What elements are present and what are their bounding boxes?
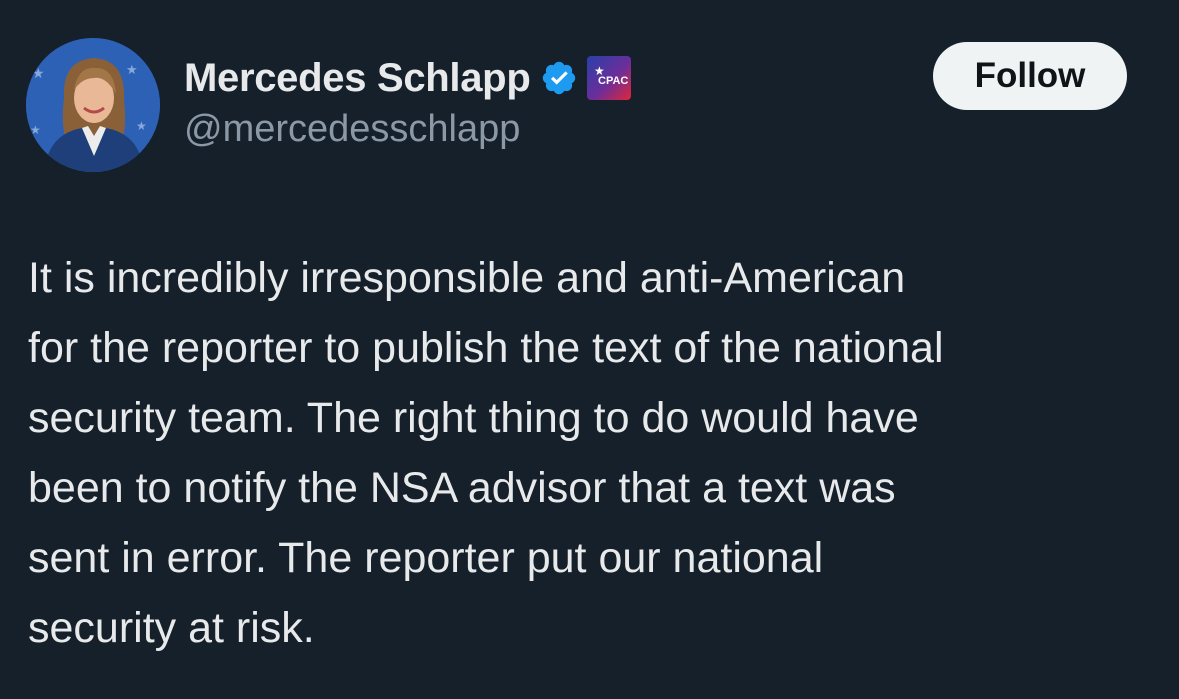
tweet-text: It is incredibly irresponsible and anti-… (28, 243, 1158, 663)
svg-text:CPAC: CPAC (598, 75, 628, 87)
svg-text:★: ★ (126, 62, 138, 77)
cpac-affiliate-badge[interactable]: ★ CPAC (586, 55, 632, 101)
svg-text:★: ★ (136, 119, 147, 133)
tweet-card: ★ ★ ★ ★ Mercedes Schlapp ★ CPAC @mercede… (0, 0, 1179, 699)
author-display-name[interactable]: Mercedes Schlapp (184, 56, 531, 101)
follow-button[interactable]: Follow (933, 42, 1127, 110)
tweet-text-line: security team. The right thing to do wou… (28, 394, 919, 442)
svg-text:★: ★ (32, 65, 45, 81)
tweet-text-line: sent in error. The reporter put our nati… (28, 534, 824, 582)
author-handle[interactable]: @mercedesschlapp (184, 108, 520, 151)
tweet-text-line: security at risk. (28, 604, 315, 652)
avatar-image: ★ ★ ★ ★ (26, 38, 160, 172)
tweet-text-line: It is incredibly irresponsible and anti-… (28, 254, 906, 302)
author-avatar[interactable]: ★ ★ ★ ★ (26, 38, 160, 172)
tweet-text-line: for the reporter to publish the text of … (28, 324, 944, 372)
verified-badge-icon[interactable] (540, 59, 578, 97)
svg-text:★: ★ (30, 123, 41, 137)
tweet-text-line: been to notify the NSA advisor that a te… (28, 464, 896, 512)
author-name-row: Mercedes Schlapp ★ CPAC (184, 52, 632, 104)
